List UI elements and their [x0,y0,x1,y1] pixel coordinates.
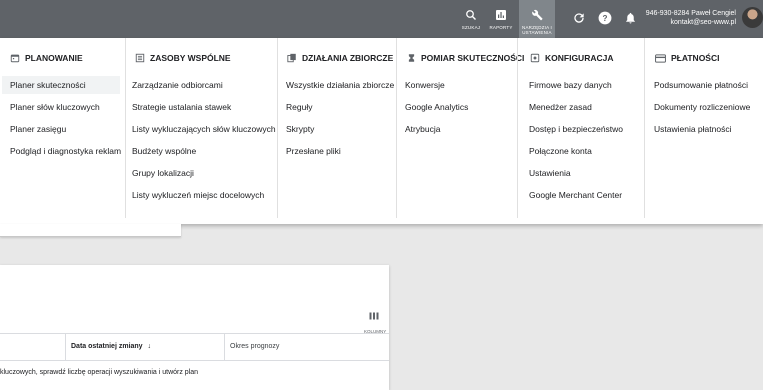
menu-item[interactable]: Przesłane pliki [278,142,341,160]
tools-label: NARZĘDZIA I USTAWIENIA [522,25,552,35]
search-icon [465,8,477,22]
tools-settings-button[interactable]: NARZĘDZIA I USTAWIENIA [519,0,555,38]
menu-column-setup: KONFIGURACJA Firmowe bazy danych Menedże… [517,38,645,218]
background-card [0,224,181,237]
refresh-button[interactable] [571,10,587,26]
menu-item[interactable]: Google Analytics [397,98,468,116]
menu-item[interactable]: Skrypty [278,120,314,138]
column-header: PŁATNOŚCI [655,53,719,63]
refresh-icon [574,13,584,23]
menu-item[interactable]: Atrybucja [397,120,440,138]
top-bar: SZUKAJ RAPORTY NARZĘDZIA I USTAWIENIA ? … [0,0,763,38]
menu-column-bulk-actions: DZIAŁANIA ZBIORCZE Wszystkie działania z… [277,38,397,218]
column-header: PLANOWANIE [10,53,83,63]
menu-item[interactable]: Podsumowanie płatności [646,76,748,94]
menu-item[interactable]: Dostęp i bezpieczeństwo [521,120,623,138]
menu-item[interactable]: Dokumenty rozliczeniowe [646,98,750,116]
menu-item[interactable]: Konwersje [397,76,445,94]
menu-item[interactable]: Budżety wspólne [124,142,196,160]
bell-icon [625,12,635,24]
credit-card-icon [655,53,666,63]
arrow-down-icon: ↓ [147,343,152,350]
menu-item[interactable]: Planer zasięgu [2,120,66,138]
menu-item[interactable]: Podgląd i diagnostyka reklam [2,142,121,160]
menu-item[interactable]: Wszystkie działania zbiorcze [278,76,394,94]
search-button[interactable]: SZUKAJ [454,0,488,38]
menu-item[interactable]: Listy wykluczających słów kluczowych [124,120,276,138]
copy-icon [287,53,296,63]
menu-item[interactable]: Planer słów kluczowych [2,98,100,116]
account-id-name: 946-930-8284 Paweł Cengiel [645,10,736,17]
hourglass-icon [408,54,415,62]
column-header: ZASOBY WSPÓLNE [135,53,231,63]
menu-item[interactable]: Grupy lokalizacji [124,164,194,182]
header-last-modified[interactable]: Data ostatniej zmiany ↓ [71,334,151,360]
reports-button[interactable]: RAPORTY [484,0,518,38]
menu-column-billing: PŁATNOŚCI Podsumowanie płatności Dokumen… [644,38,763,218]
help-button[interactable]: ? [597,10,613,26]
menu-item[interactable]: Reguły [278,98,312,116]
empty-state-hint: kluczowych, sprawdź liczbę operacji wysz… [0,369,199,376]
column-divider [65,334,66,360]
plans-table-card: KOLUMNY Data ostatniej zmiany ↓ Okres pr… [0,265,389,390]
library-icon [135,53,145,63]
columns-icon [369,312,379,320]
menu-column-planning: PLANOWANIE Planer skuteczności Planer sł… [0,38,125,218]
column-divider [224,334,225,360]
menu-item[interactable]: Planer skuteczności [2,76,120,94]
menu-item[interactable]: Menedżer zasad [521,98,592,116]
menu-column-measurement: POMIAR SKUTECZNOŚCI Konwersje Google Ana… [396,38,524,218]
menu-item[interactable]: Strategie ustalania stawek [124,98,231,116]
menu-column-shared-library: ZASOBY WSPÓLNE Zarządzanie odbiorcami St… [125,38,278,218]
columns-button[interactable]: KOLUMNY [364,307,386,334]
avatar[interactable] [742,7,763,28]
column-header: KONFIGURACJA [530,53,613,63]
reports-label: RAPORTY [489,25,513,30]
menu-item[interactable]: Zarządzanie odbiorcami [124,76,223,94]
header-forecast-period[interactable]: Okres prognozy [230,334,279,360]
table-header: Data ostatniej zmiany ↓ Okres prognozy [0,333,389,361]
tools-menu: PLANOWANIE Planer skuteczności Planer sł… [0,38,763,224]
column-header: POMIAR SKUTECZNOŚCI [407,53,524,63]
help-icon: ? [598,11,612,25]
svg-text:?: ? [603,14,608,23]
menu-item[interactable]: Ustawienia płatności [646,120,731,138]
calendar-icon [10,54,20,63]
account-info[interactable]: 946-930-8284 Paweł Cengiel kontakt@seo-w… [640,9,736,27]
account-email: kontakt@seo-www.pl [670,19,736,26]
menu-item[interactable]: Google Merchant Center [521,186,622,204]
menu-item[interactable]: Firmowe bazy danych [521,76,612,94]
column-header: DZIAŁANIA ZBIORCZE [287,53,393,63]
notifications-button[interactable] [622,10,638,26]
search-label: SZUKAJ [461,25,481,30]
bar-chart-icon [495,8,507,22]
wrench-icon [531,8,544,22]
menu-item[interactable]: Ustawienia [521,164,571,182]
menu-item[interactable]: Połączone konta [521,142,592,160]
menu-item[interactable]: Listy wykluczeń miejsc docelowych [124,186,264,204]
settings-box-icon [530,53,540,63]
